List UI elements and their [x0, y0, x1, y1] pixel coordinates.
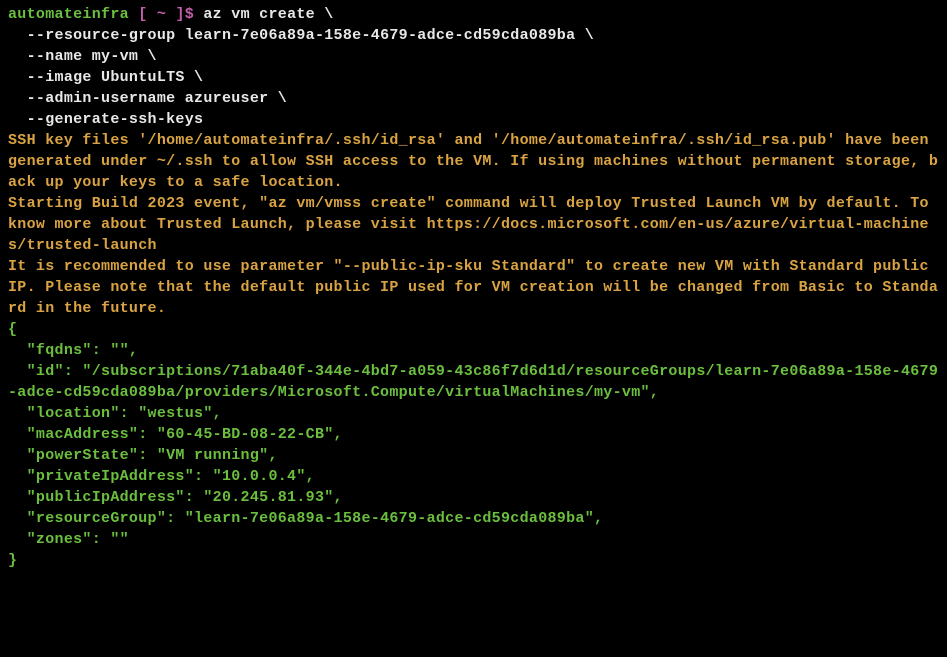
command-line-3: --name my-vm \: [8, 48, 157, 65]
json-open-brace: {: [8, 321, 17, 338]
prompt-path: ~: [157, 6, 166, 23]
warning-public-ip: It is recommended to use parameter "--pu…: [8, 258, 938, 317]
json-resourcegroup: "resourceGroup": "learn-7e06a89a-158e-46…: [8, 510, 603, 527]
warning-ssh-key: SSH key files '/home/automateinfra/.ssh/…: [8, 132, 938, 191]
terminal-output[interactable]: automateinfra [ ~ ]$ az vm create \ --re…: [8, 4, 939, 571]
json-macaddress: "macAddress": "60-45-BD-08-22-CB",: [8, 426, 343, 443]
prompt-user: automateinfra: [8, 6, 129, 23]
json-zones: "zones": "": [8, 531, 129, 548]
prompt-bracket-open: [: [129, 6, 157, 23]
command-line-6: --generate-ssh-keys: [8, 111, 203, 128]
prompt-symbol: $: [185, 6, 204, 23]
json-location: "location": "westus",: [8, 405, 222, 422]
json-id: "id": "/subscriptions/71aba40f-344e-4bd7…: [8, 363, 938, 401]
json-powerstate: "powerState": "VM running",: [8, 447, 278, 464]
json-close-brace: }: [8, 552, 17, 569]
json-privateip: "privateIpAddress": "10.0.0.4",: [8, 468, 315, 485]
command-line-1: az vm create \: [203, 6, 333, 23]
command-line-4: --image UbuntuLTS \: [8, 69, 203, 86]
prompt-bracket-close: ]: [166, 6, 185, 23]
command-line-5: --admin-username azureuser \: [8, 90, 287, 107]
warning-build-2023: Starting Build 2023 event, "az vm/vmss c…: [8, 195, 938, 254]
json-publicip: "publicIpAddress": "20.245.81.93",: [8, 489, 343, 506]
command-line-2: --resource-group learn-7e06a89a-158e-467…: [8, 27, 594, 44]
json-fqdns: "fqdns": "",: [8, 342, 138, 359]
